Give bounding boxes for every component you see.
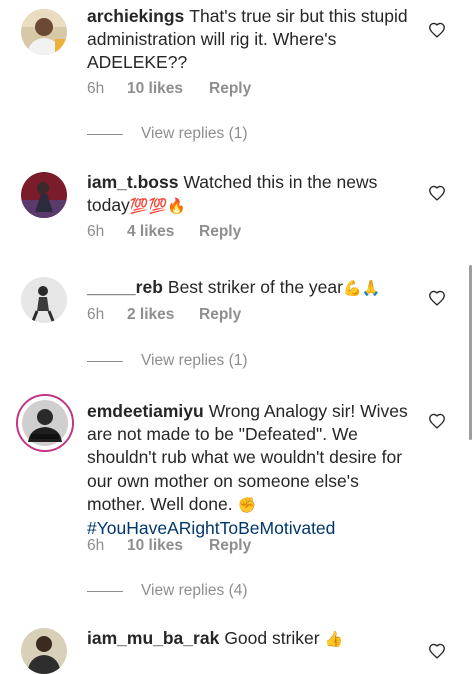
comment-username[interactable]: iam_mu_ba_rak: [87, 628, 219, 648]
avatar[interactable]: [21, 628, 67, 674]
avatar[interactable]: [16, 394, 74, 452]
comment-emoji: ✊: [237, 495, 257, 514]
reply-button[interactable]: Reply: [209, 537, 251, 555]
avatar[interactable]: [21, 172, 67, 218]
heart-outline-icon[interactable]: [428, 185, 446, 201]
comment-meta: 6h 10 likes Reply: [87, 537, 251, 555]
heart-outline-icon[interactable]: [428, 290, 446, 306]
comment-username[interactable]: iam_t.boss: [87, 172, 178, 192]
comment-body: Good striker: [224, 628, 320, 648]
view-replies-button[interactable]: View replies (1): [87, 352, 248, 370]
comment-likes[interactable]: 4 likes: [127, 223, 199, 241]
view-replies-label: View replies (1): [141, 125, 248, 142]
heart-outline-icon[interactable]: [428, 22, 446, 38]
comment-time: 6h: [87, 537, 105, 554]
view-replies-button[interactable]: View replies (1): [87, 125, 248, 143]
scrollbar[interactable]: [469, 265, 472, 440]
comment-time: 6h: [87, 223, 105, 240]
comment-text: emdeetiamiyu Wrong Analogy sir! Wives are…: [87, 400, 417, 540]
comment-text: iam_t.boss Watched this in the news today…: [87, 171, 417, 218]
avatar[interactable]: [21, 9, 67, 55]
comment-likes[interactable]: 10 likes: [127, 80, 209, 98]
view-replies-label: View replies (4): [141, 582, 248, 599]
comment-text: archiekings That's true sir but this stup…: [87, 5, 417, 74]
comment-username[interactable]: _____reb: [87, 277, 163, 297]
comment-meta: 6h 2 likes Reply: [87, 306, 241, 324]
comment-time: 6h: [87, 306, 105, 323]
comment-time: 6h: [87, 80, 105, 97]
comment-body: Best striker of the year: [167, 277, 343, 297]
replies-divider: [87, 360, 123, 362]
avatar[interactable]: [21, 277, 67, 323]
replies-divider: [87, 590, 123, 592]
comment-text: _____reb Best striker of the year💪🙏: [87, 276, 417, 300]
replies-divider: [87, 133, 123, 135]
view-replies-button[interactable]: View replies (4): [87, 582, 248, 600]
reply-button[interactable]: Reply: [209, 80, 251, 98]
comment-likes[interactable]: 2 likes: [127, 306, 199, 324]
comment-emoji: 💯💯🔥: [129, 197, 186, 215]
comment-username[interactable]: emdeetiamiyu: [87, 401, 204, 421]
comment-meta: 6h 10 likes Reply: [87, 80, 251, 98]
comment-username[interactable]: archiekings: [87, 6, 184, 26]
comment-text: iam_mu_ba_rak Good striker 👍: [87, 627, 417, 651]
view-replies-label: View replies (1): [141, 352, 248, 369]
heart-outline-icon[interactable]: [428, 413, 446, 429]
comment-emoji: 👍: [324, 630, 344, 648]
reply-button[interactable]: Reply: [199, 223, 241, 241]
reply-button[interactable]: Reply: [199, 306, 241, 324]
comment-meta: 6h 4 likes Reply: [87, 223, 241, 241]
comment-emoji: 💪🙏: [342, 279, 381, 297]
hashtag-link[interactable]: #YouHaveARightToBeMotivated: [87, 518, 335, 538]
comment-likes[interactable]: 10 likes: [127, 537, 209, 555]
